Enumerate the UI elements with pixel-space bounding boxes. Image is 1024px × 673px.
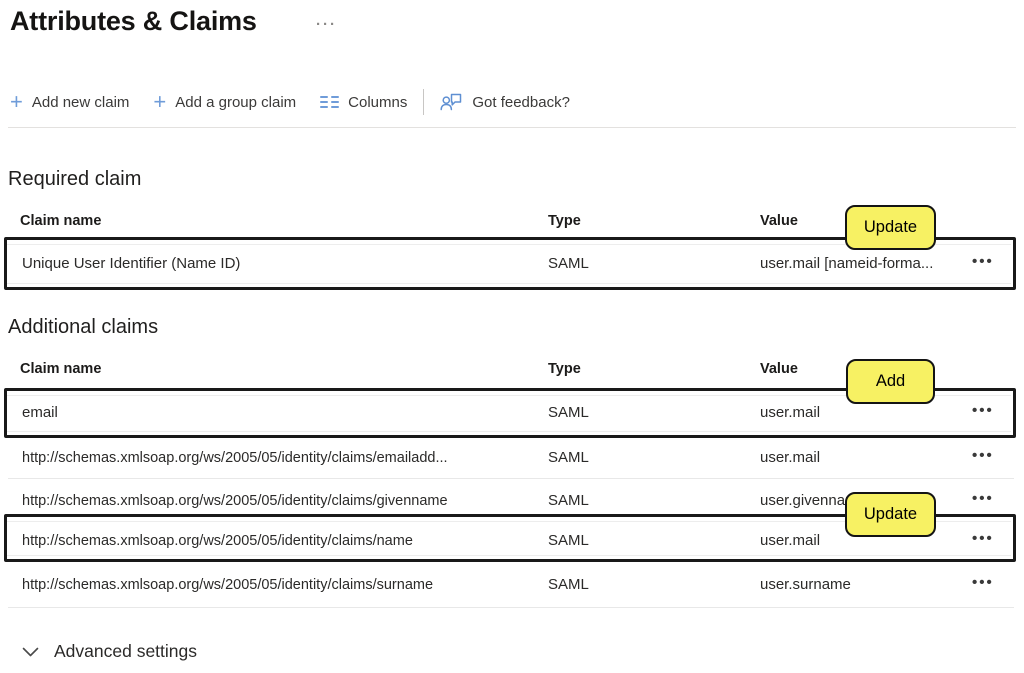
required-row-menu-icon[interactable]: •••: [972, 253, 994, 270]
add-group-claim-label: Add a group claim: [175, 93, 297, 111]
advanced-settings-toggle[interactable]: Advanced settings: [22, 641, 197, 662]
add-new-claim-label: Add new claim: [31, 93, 130, 111]
claim-row-type: SAML: [548, 576, 589, 593]
required-row-type: SAML: [548, 255, 589, 272]
columns-label: Columns: [348, 93, 408, 111]
claim-row-name[interactable]: email: [22, 404, 58, 421]
command-bar: + Add new claim + Add a group claim Colu…: [10, 86, 570, 118]
claim-row-name[interactable]: http://schemas.xmlsoap.org/ws/2005/05/id…: [22, 577, 433, 593]
required-col-value: Value: [760, 213, 798, 229]
toolbar-divider: [423, 89, 425, 115]
add-group-claim-button[interactable]: + Add a group claim: [153, 89, 297, 114]
claim-row-menu-icon[interactable]: •••: [972, 447, 994, 464]
claim-row-name[interactable]: http://schemas.xmlsoap.org/ws/2005/05/id…: [22, 450, 448, 466]
claim-row-menu-icon[interactable]: •••: [972, 574, 994, 591]
table-line: [7, 283, 1011, 284]
claim-row-value: user.surname: [760, 576, 851, 593]
page-title: Attributes & Claims: [10, 6, 257, 36]
claim-row-type: SAML: [548, 449, 589, 466]
required-row-value: user.mail [nameid-forma...: [760, 255, 934, 272]
claim-row-name[interactable]: http://schemas.xmlsoap.org/ws/2005/05/id…: [22, 533, 413, 549]
required-col-claim-name: Claim name: [20, 213, 102, 229]
row-separator: [8, 478, 1014, 479]
claim-row-type: SAML: [548, 492, 589, 509]
additional-col-value: Value: [760, 361, 798, 377]
plus-icon: +: [153, 89, 167, 114]
additional-claims-heading: Additional claims: [8, 316, 159, 338]
columns-button[interactable]: Columns: [320, 94, 407, 111]
annotation-update-name: Update: [845, 492, 936, 537]
chevron-down-icon: [22, 647, 39, 657]
claim-row-menu-icon[interactable]: •••: [972, 490, 994, 507]
claim-row-type: SAML: [548, 404, 589, 421]
annotation-update-required: Update: [845, 205, 936, 250]
table-line: [7, 431, 1011, 432]
claim-row-menu-icon[interactable]: •••: [972, 530, 994, 547]
claim-row-value: user.mail: [760, 532, 821, 549]
claim-row-name[interactable]: http://schemas.xmlsoap.org/ws/2005/05/id…: [22, 493, 448, 509]
attributes-claims-page: Attributes & Claims ··· + Add new claim …: [0, 0, 1024, 673]
plus-icon: +: [10, 89, 23, 114]
claim-row-type: SAML: [548, 532, 589, 549]
table-line: [7, 555, 1011, 556]
page-overflow-icon[interactable]: ···: [316, 16, 337, 33]
additional-col-claim-name: Claim name: [20, 361, 102, 377]
got-feedback-button[interactable]: Got feedback?: [440, 91, 570, 113]
got-feedback-label: Got feedback?: [472, 93, 570, 111]
required-row-claim-name[interactable]: Unique User Identifier (Name ID): [22, 255, 240, 272]
required-col-type: Type: [548, 213, 581, 229]
feedback-icon: [440, 91, 463, 113]
columns-icon: [320, 95, 340, 109]
additional-col-type: Type: [548, 361, 581, 377]
advanced-settings-label: Advanced settings: [54, 641, 198, 661]
claim-row-value: user.mail: [760, 404, 821, 421]
toolbar-separator: [8, 127, 1016, 128]
required-claim-heading: Required claim: [8, 168, 142, 190]
claim-row-menu-icon[interactable]: •••: [972, 402, 994, 419]
row-separator: [8, 607, 1014, 608]
add-new-claim-button[interactable]: + Add new claim: [10, 89, 130, 114]
claim-row-value: user.mail: [760, 449, 821, 466]
annotation-add-email: Add: [846, 359, 935, 404]
